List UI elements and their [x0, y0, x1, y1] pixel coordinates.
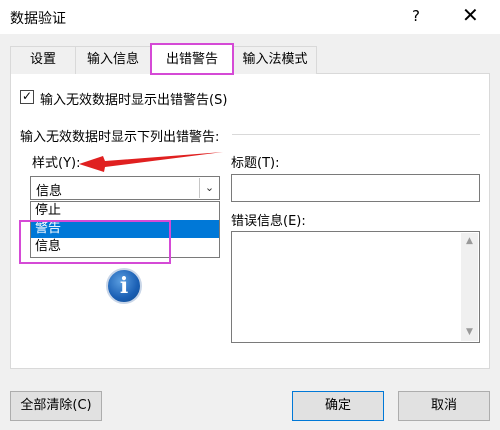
ok-button[interactable]: 确定: [292, 391, 384, 421]
error-message-scrollbar[interactable]: ▲ ▼: [461, 233, 478, 341]
show-error-checkbox-label[interactable]: 输入无效数据时显示出错警告(S): [40, 89, 227, 108]
tab-input-message[interactable]: 输入信息: [75, 46, 151, 74]
group-label: 输入无效数据时显示下列出错警告:: [20, 130, 220, 145]
style-selected-value: 信息: [36, 184, 63, 199]
show-error-checkbox[interactable]: ✓: [20, 90, 34, 104]
red-arrow-annotation: [79, 152, 223, 172]
title-label: 标题(T):: [231, 156, 280, 171]
scroll-down-icon[interactable]: ▼: [461, 324, 478, 341]
tab-error-alert[interactable]: 出错警告: [150, 43, 234, 75]
clear-all-button[interactable]: 全部清除(C): [10, 391, 102, 421]
cancel-button[interactable]: 取消: [398, 391, 490, 421]
style-combobox[interactable]: 信息 ⌄: [30, 176, 220, 200]
highlight-box: [19, 220, 171, 264]
info-icon: i: [106, 268, 142, 304]
tab-ime-mode[interactable]: 输入法模式: [233, 46, 317, 74]
title-input[interactable]: [231, 174, 480, 202]
close-button[interactable]: ✕: [462, 4, 479, 26]
chevron-down-icon[interactable]: ⌄: [199, 178, 219, 198]
tab-settings[interactable]: 设置: [10, 46, 76, 74]
error-message-label: 错误信息(E):: [231, 214, 306, 229]
error-message-textarea[interactable]: ▲ ▼: [231, 231, 480, 343]
help-button[interactable]: ?: [412, 7, 420, 25]
style-option-stop[interactable]: 停止: [31, 202, 219, 220]
group-divider: [232, 134, 480, 135]
dialog-title: 数据验证: [10, 11, 66, 27]
scroll-up-icon[interactable]: ▲: [461, 233, 478, 250]
style-label: 样式(Y):: [32, 156, 81, 171]
title-bar: 数据验证 ? ✕: [0, 0, 500, 34]
